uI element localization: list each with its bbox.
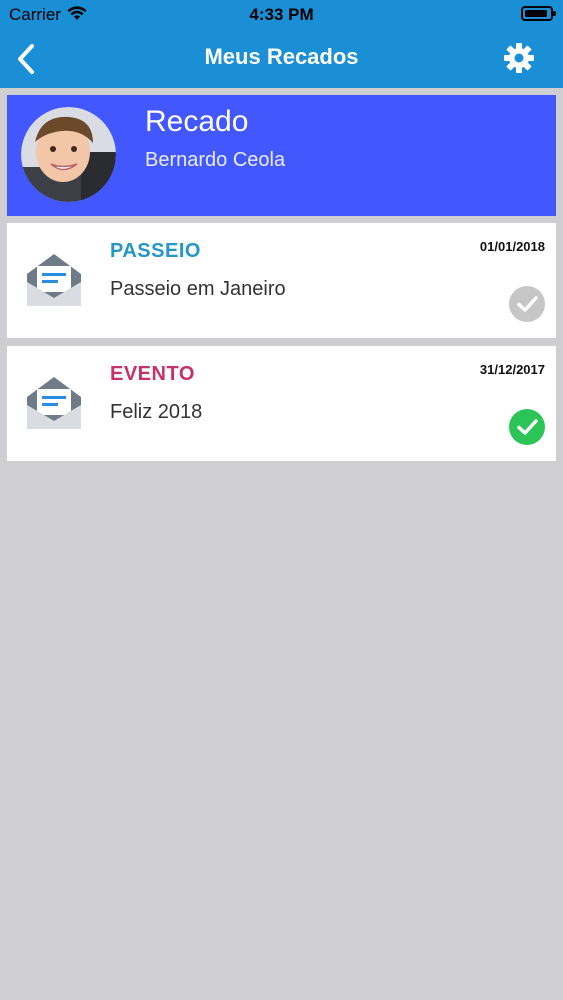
- message-card[interactable]: PASSEIO Passeio em Janeiro 01/01/2018: [7, 223, 556, 338]
- profile-banner: Recado Bernardo Ceola: [7, 95, 556, 216]
- message-category: EVENTO: [110, 363, 195, 385]
- message-date: 01/01/2018: [479, 239, 545, 254]
- message-card[interactable]: EVENTO Feliz 2018 31/12/2017: [7, 346, 556, 461]
- message-category: PASSEIO: [110, 240, 201, 262]
- message-subject: Passeio em Janeiro: [110, 278, 286, 300]
- top-bar: Carrier 4:33 PM Meus Recados: [0, 0, 563, 88]
- avatar: [21, 107, 116, 202]
- open-envelope-icon: [27, 377, 81, 429]
- page-title: Meus Recados: [204, 44, 359, 69]
- student-name: Bernardo Ceola: [145, 149, 286, 171]
- message-subject: Feliz 2018: [110, 401, 203, 423]
- status-time: 4:33 PM: [249, 5, 314, 24]
- status-bar: Carrier 4:33 PM: [0, 0, 563, 30]
- profile-title: Recado: [145, 105, 249, 138]
- navigation-bar: Meus Recados: [0, 30, 563, 88]
- open-envelope-icon: [27, 254, 81, 306]
- battery-icon: [521, 6, 556, 21]
- message-date: 31/12/2017: [479, 362, 545, 377]
- green-check-circle-icon[interactable]: [509, 409, 545, 445]
- gear-icon[interactable]: [503, 42, 535, 74]
- gray-check-circle-icon[interactable]: [509, 286, 545, 322]
